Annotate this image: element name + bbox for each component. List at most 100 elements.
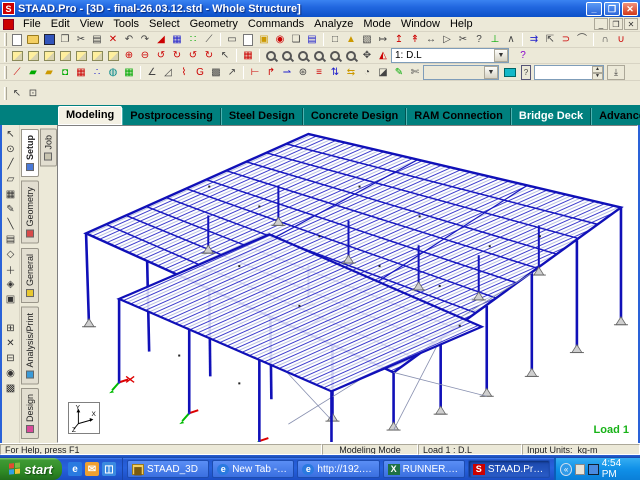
snapshot-icon[interactable]: ▣ [256, 33, 272, 47]
intersect-icon[interactable]: ⊃ [558, 33, 574, 47]
zoom-window-icon[interactable] [263, 49, 279, 63]
break-beam-icon[interactable]: ✂ [455, 33, 471, 47]
undo-icon[interactable]: ↶ [121, 33, 137, 47]
mdi-restore-button[interactable]: ❐ [609, 18, 623, 30]
view-right-icon[interactable] [105, 49, 121, 63]
rotate-up-icon[interactable]: ⊕ [121, 49, 137, 63]
view-tool-1-icon[interactable]: ⊞ [3, 321, 19, 336]
desktop-quicklaunch-icon[interactable]: ◫ [102, 462, 116, 476]
print-icon[interactable]: ▭ [224, 33, 240, 47]
view-back-icon[interactable] [41, 49, 57, 63]
redo-icon[interactable]: ↷ [137, 33, 153, 47]
tray-display-icon[interactable] [588, 464, 598, 475]
protractor-icon[interactable]: ◿ [160, 65, 176, 79]
zoom-extents-icon[interactable] [343, 49, 359, 63]
cut-icon[interactable]: ✂ [73, 33, 89, 47]
task-ie-address[interactable]: e http://192.168.1... [297, 460, 379, 478]
solid-grid-icon[interactable]: ▩ [208, 65, 224, 79]
select-plates-icon[interactable]: ▱ [3, 172, 19, 187]
structure-drawing[interactable] [58, 126, 637, 442]
structure-wizard-icon[interactable]: ▲ [343, 33, 359, 47]
spin-right-icon[interactable]: ↻ [201, 49, 217, 63]
download-button[interactable]: ⤓ [607, 65, 625, 80]
open-structure-icon[interactable]: ▧ [359, 33, 375, 47]
section-dropdown-icon[interactable]: ▼ [484, 66, 498, 79]
select-misc-icon[interactable]: ▣ [3, 292, 19, 307]
structure-globe-icon[interactable]: ◍ [105, 65, 121, 79]
menu-analyze[interactable]: Analyze [309, 18, 358, 30]
spinner-up-icon[interactable]: ▲ [592, 66, 603, 73]
display-options-icon[interactable] [502, 65, 518, 79]
start-button[interactable]: start [0, 458, 62, 480]
add-beam-icon[interactable]: ⟋ [9, 65, 25, 79]
camera-icon[interactable]: ◉ [272, 33, 288, 47]
release-page-icon[interactable]: ⇅ [327, 65, 343, 79]
minimize-button[interactable]: _ [586, 2, 602, 16]
view-bottom-icon[interactable] [73, 49, 89, 63]
sub-tab-job[interactable]: Job [40, 129, 57, 167]
view-tool-2-icon[interactable]: ✕ [3, 336, 19, 351]
delete-icon[interactable]: ✕ [105, 33, 121, 47]
insert-node-icon[interactable]: ⊥ [487, 33, 503, 47]
rotate-left-icon[interactable]: ↺ [153, 49, 169, 63]
move-entities-icon[interactable]: ↟ [407, 33, 423, 47]
zoom-out-icon[interactable] [311, 49, 327, 63]
whats-this-icon[interactable]: ? [471, 33, 487, 47]
generate-mesh-icon[interactable]: ▦ [73, 65, 89, 79]
menu-mode[interactable]: Mode [358, 18, 396, 30]
paste-icon[interactable]: ▤ [89, 33, 105, 47]
new-window-icon[interactable]: □ [327, 33, 343, 47]
print-preview-icon[interactable] [240, 33, 256, 47]
task-ie-newtab[interactable]: e New Tab - Windo... [212, 460, 294, 478]
document-icon[interactable] [3, 19, 14, 30]
new-file-icon[interactable] [9, 33, 25, 47]
menu-help[interactable]: Help [445, 18, 478, 30]
cursor-pointer-icon[interactable]: ↖ [3, 127, 19, 142]
dynamic-view-icon[interactable]: ▦ [240, 49, 256, 63]
menu-edit[interactable]: Edit [46, 18, 75, 30]
add-solid-icon[interactable]: ▰ [41, 65, 57, 79]
view-tool-3-icon[interactable]: ⊟ [3, 351, 19, 366]
model-viewport[interactable]: Y X Z Load 1 [57, 125, 638, 443]
view-tool-4-icon[interactable]: ◉ [3, 366, 19, 381]
connect-icon[interactable]: ⌒ [574, 33, 590, 47]
tab-ram-connection[interactable]: RAM Connection [406, 108, 511, 125]
select-geometry-cursor-icon[interactable]: ◇ [3, 247, 19, 262]
page-tab-analysis-print[interactable]: Analysis/Print [21, 307, 39, 385]
help-icon[interactable]: ? [515, 49, 531, 63]
run-analysis-icon[interactable]: ◢ [153, 33, 169, 47]
mdi-close-button[interactable]: ✕ [624, 18, 638, 30]
zoom-dynamic-icon[interactable] [279, 49, 295, 63]
query-icon[interactable]: ◔ [359, 65, 375, 79]
load-case-combobox[interactable]: 1: D.L ▼ [391, 48, 509, 63]
select-line-icon[interactable]: ╲ [3, 217, 19, 232]
page-tab-design[interactable]: Design [21, 388, 39, 439]
display-whole-icon[interactable]: ◭ [375, 49, 391, 63]
property-page-icon[interactable]: ⇀ [279, 65, 295, 79]
restore-button[interactable]: ❐ [604, 2, 620, 16]
tray-pen-icon[interactable] [575, 464, 585, 475]
view-iso-icon[interactable] [9, 49, 25, 63]
app-icon[interactable]: S [2, 2, 15, 15]
zoom-previous-icon[interactable] [327, 49, 343, 63]
create-surface-icon[interactable]: ◘ [57, 65, 73, 79]
hammer-icon[interactable]: ⟋ [201, 33, 217, 47]
select-beams-icon[interactable]: ╱ [3, 157, 19, 172]
curve-beam-icon[interactable]: G [192, 65, 208, 79]
stretch-icon[interactable]: ⇱ [542, 33, 558, 47]
support-page-icon[interactable]: ⊢ [247, 65, 263, 79]
select-grid-icon[interactable]: ▤ [3, 232, 19, 247]
hide-icons-chevron-icon[interactable]: « [560, 463, 572, 476]
open-file-icon[interactable] [25, 33, 41, 47]
spec-page-icon[interactable]: ⊛ [295, 65, 311, 79]
spinner-down-icon[interactable]: ▼ [592, 73, 603, 80]
paintbrush-icon[interactable]: ✎ [391, 65, 407, 79]
spin-left-icon[interactable]: ↺ [185, 49, 201, 63]
export-view-icon[interactable]: ❏ [288, 33, 304, 47]
rotate-right-icon[interactable]: ↻ [169, 49, 185, 63]
pointer-tool-icon[interactable]: ↗ [224, 65, 240, 79]
section-combobox[interactable]: ▼ [423, 65, 499, 80]
merge-icon[interactable]: ∧ [503, 33, 519, 47]
mdi-minimize-button[interactable]: _ [594, 18, 608, 30]
rotate-entities-icon[interactable]: ▷ [439, 33, 455, 47]
